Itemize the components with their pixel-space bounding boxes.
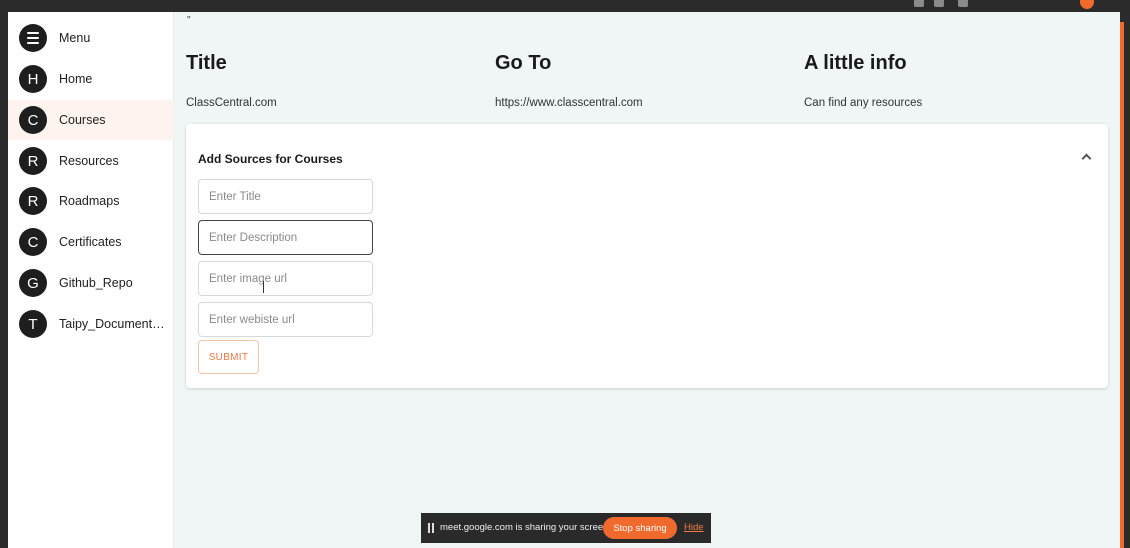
sidebar-item-label: Courses <box>59 113 106 127</box>
browser-control-icon[interactable] <box>934 0 944 7</box>
sidebar-item-menu[interactable]: Menu <box>8 18 174 58</box>
column-header-goto: Go To <box>495 52 552 74</box>
column-header-info: A little info <box>804 52 907 74</box>
panel-title[interactable]: Add Sources for Courses <box>198 152 343 166</box>
window-left-edge <box>0 12 8 548</box>
sidebar-item-courses[interactable]: C Courses <box>8 100 174 140</box>
share-message: meet.google.com is sharing your screen. <box>440 522 612 533</box>
browser-top-bar <box>0 0 1130 12</box>
title-input[interactable] <box>198 179 373 214</box>
text-cursor-icon <box>263 281 265 293</box>
source-title-value: ClassCentral.com <box>186 97 277 109</box>
source-link[interactable]: https://www.classcentral.com <box>495 97 643 109</box>
sidebar-item-label: Github_Repo <box>59 276 133 290</box>
stop-sharing-button[interactable]: Stop sharing <box>603 517 677 539</box>
main-content: " Title Go To A little info ClassCentral… <box>175 12 1120 548</box>
avatar: G <box>19 269 47 297</box>
sidebar-item-label: Roadmaps <box>59 194 120 208</box>
avatar: T <box>19 310 47 338</box>
avatar: C <box>19 106 47 134</box>
description-input[interactable] <box>198 220 373 255</box>
browser-control-icon[interactable] <box>958 0 968 7</box>
sidebar-item-home[interactable]: H Home <box>8 59 174 99</box>
sidebar-item-label: Certificates <box>59 235 122 249</box>
sidebar-item-certificates[interactable]: C Certificates <box>8 222 174 262</box>
sidebar-item-roadmaps[interactable]: R Roadmaps <box>8 181 174 221</box>
stray-quote-text: " <box>187 15 191 26</box>
hide-link[interactable]: Hide <box>684 522 704 533</box>
sidebar-item-resources[interactable]: R Resources <box>8 141 174 181</box>
sidebar-item-label: Resources <box>59 154 119 168</box>
profile-avatar-icon[interactable] <box>1080 0 1094 9</box>
avatar: H <box>19 65 47 93</box>
menu-icon[interactable] <box>19 24 47 52</box>
scrollbar-accent[interactable] <box>1120 22 1124 548</box>
website-url-input[interactable] <box>198 302 373 337</box>
avatar: C <box>19 228 47 256</box>
add-sources-panel: Add Sources for Courses SUBMIT <box>186 124 1108 388</box>
avatar: R <box>19 187 47 215</box>
image-url-input[interactable] <box>198 261 373 296</box>
chevron-up-icon[interactable] <box>1081 153 1092 164</box>
screen-share-bar: meet.google.com is sharing your screen. … <box>421 513 711 543</box>
browser-control-icon[interactable] <box>914 0 924 7</box>
sidebar-item-label: Taipy_Documentati... <box>59 317 169 331</box>
sidebar-item-label: Menu <box>59 31 91 45</box>
column-header-title: Title <box>186 52 227 74</box>
sidebar: Menu H Home C Courses R Resources R Road… <box>8 12 174 548</box>
pause-icon[interactable] <box>428 523 434 533</box>
avatar: R <box>19 147 47 175</box>
sidebar-item-github-repo[interactable]: G Github_Repo <box>8 263 174 303</box>
sidebar-item-label: Home <box>59 72 93 86</box>
source-info-value: Can find any resources <box>804 97 923 109</box>
submit-button[interactable]: SUBMIT <box>198 340 259 374</box>
sidebar-item-taipy-documentation[interactable]: T Taipy_Documentati... <box>8 304 174 344</box>
